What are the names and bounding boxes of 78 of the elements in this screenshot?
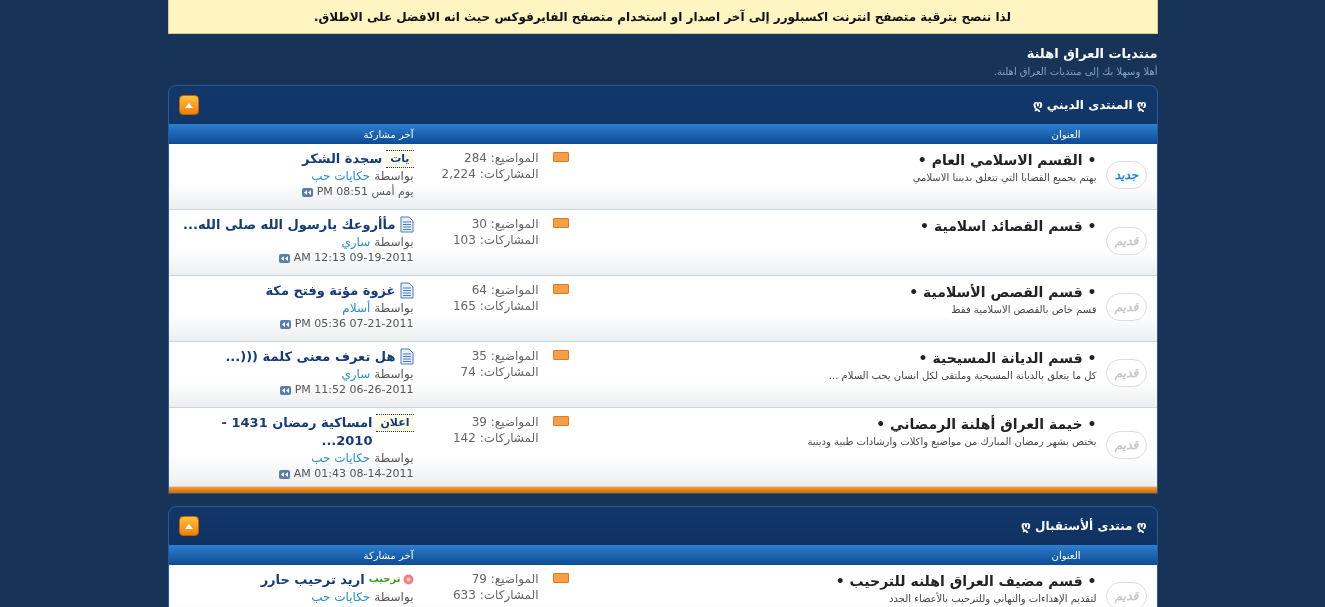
document-icon: [399, 216, 414, 233]
username-link[interactable]: ساري: [341, 234, 371, 250]
caret-icon: [184, 523, 193, 529]
notice-text: لذا ننصح بترقية متصفح انترنت اكسبلورر إلى آخر اصدار او استخدام متصفح الفايرفوكس حيث انه الافضل على الاطلاق.: [314, 8, 1011, 26]
post-time: 08-14-2011 01:43 AM: [293, 466, 414, 482]
by-label: بواسطة: [374, 168, 414, 184]
flower-icon: [402, 573, 414, 585]
by-label: بواسطة: [374, 234, 414, 250]
welcome-tag: ترحيب: [368, 571, 401, 587]
section-title[interactable]: ღ منتدى ألأستقبال ღ: [1021, 517, 1147, 535]
status-bubble: جديد: [1105, 160, 1148, 189]
section-title[interactable]: ღ المنتدى الديني ღ: [1032, 96, 1147, 114]
column-header: آخر مشاركة: [362, 548, 414, 563]
username-link[interactable]: حكايات حب: [311, 450, 371, 466]
post-time: 06-26-2011 11:52 PM: [294, 382, 414, 398]
go-to-post-icon[interactable]: [301, 187, 313, 197]
username-link[interactable]: ساري: [341, 366, 371, 382]
document-icon: [399, 348, 414, 365]
prefix-tag: اعلان: [376, 414, 414, 432]
post-time: 09-19-2011 12:13 AM: [293, 250, 414, 266]
go-to-post-icon[interactable]: [278, 469, 290, 479]
topics-count: المواضيع: 64: [470, 282, 539, 298]
topics-count: المواضيع: 79: [470, 571, 539, 587]
collapse-button[interactable]: [178, 516, 199, 536]
by-label: بواسطة: [374, 300, 414, 316]
prefix-tag: يات: [386, 150, 414, 168]
username-link[interactable]: حكايات حب: [311, 589, 371, 605]
forum-description: كل ما يتعلق بالديانة المسيحية وملتقى لكل انسان يحب السلام ...: [827, 369, 1097, 384]
forum-name: منتديات العراق اهلنة: [1025, 45, 1158, 63]
go-to-post-icon[interactable]: [278, 253, 290, 263]
last-post-title[interactable]: مأأروعك يارسول الله صلى الله...: [183, 216, 396, 234]
forum-description: يختص بشهر رمضان المبارك من مواضيع واكلات وارشادات طبية ودينية: [806, 435, 1097, 450]
forum-title[interactable]: • قسم الديانة المسيحية •: [568, 348, 1097, 368]
forum-title[interactable]: • قسم مضيف العراق اهلنه للترحيب •: [568, 571, 1097, 591]
topics-count: المواضيع: 284: [463, 150, 539, 166]
posts-count: المشاركات: 165: [452, 298, 539, 314]
username-link[interactable]: أسلام: [342, 300, 371, 316]
forum-title[interactable]: • قسم القصائد اسلامية •: [568, 216, 1097, 236]
caret-icon: [184, 102, 193, 108]
column-header: العنوان: [1050, 548, 1082, 563]
rss-icon[interactable]: [552, 152, 569, 162]
go-to-post-icon[interactable]: [279, 319, 291, 329]
forum-title[interactable]: • قسم القصص الأسلامية •: [568, 282, 1097, 302]
rss-icon[interactable]: [552, 284, 569, 294]
posts-count: المشاركات: 74: [459, 364, 539, 380]
posts-count: المشاركات: 142: [452, 430, 539, 446]
last-post-title[interactable]: هل تعرف معنى كلمة (((...: [225, 348, 396, 366]
last-post-title[interactable]: اريد ترحيب حارر: [260, 571, 365, 589]
forum-description: قسم خاص بالقصص الاسلامية فقط: [950, 303, 1097, 318]
by-label: بواسطة: [374, 450, 414, 466]
forum-description: لتقديم الإهداءات والتهاني وللترحيب بالأعضاء الجدد: [888, 591, 1097, 607]
post-time: يوم أمس 08:51 PM: [316, 184, 414, 200]
document-icon: [399, 282, 414, 299]
collapse-button[interactable]: [178, 95, 199, 115]
last-post-title[interactable]: غزوة مؤتة وفتح مكة: [265, 282, 396, 300]
topics-count: المواضيع: 35: [470, 348, 539, 364]
go-to-post-icon[interactable]: [279, 385, 291, 395]
last-post-title[interactable]: امساكية رمضان 1431 - 2010...: [178, 414, 373, 450]
post-time: 07-21-2011 05:36 PM: [294, 316, 414, 332]
username-link[interactable]: حكايات حب: [311, 168, 371, 184]
topics-count: المواضيع: 39: [470, 414, 539, 430]
last-post-title[interactable]: سجدة الشكر: [302, 150, 383, 168]
forum-description: يهتم بجميع القضايا التي تتعلق بديننا الاسلامي: [911, 171, 1097, 186]
rss-icon[interactable]: [552, 573, 569, 583]
posts-count: المشاركات: 2,224: [440, 166, 539, 182]
posts-count: المشاركات: 103: [452, 232, 539, 248]
by-label: بواسطة: [374, 366, 414, 382]
column-header: العنوان: [1050, 127, 1082, 142]
forum-title[interactable]: • القسم الاسلامي العام •: [568, 150, 1097, 170]
rss-icon[interactable]: [552, 350, 569, 360]
posts-count: المشاركات: 633: [452, 587, 539, 603]
welcome-text: أهلا وسهلا بك إلى منتديات العراق اهلنة.: [992, 64, 1158, 79]
rss-icon[interactable]: [552, 218, 569, 228]
topics-count: المواضيع: 30: [470, 216, 539, 232]
rss-icon[interactable]: [552, 416, 569, 426]
by-label: بواسطة: [374, 589, 414, 605]
forum-title[interactable]: • خيمة العراق أهلنة الرمضاني •: [568, 414, 1097, 434]
column-header: آخر مشاركة: [362, 127, 414, 142]
